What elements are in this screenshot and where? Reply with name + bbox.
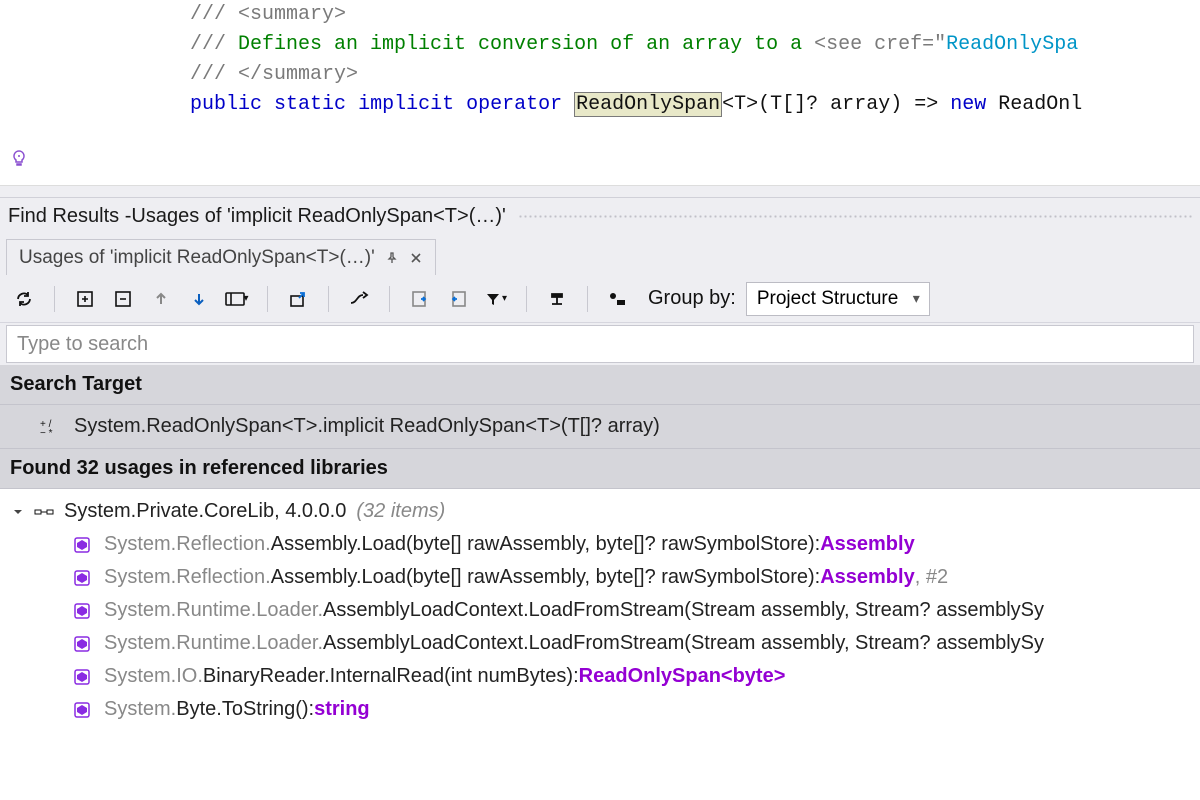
usage-row[interactable]: System.IO.BinaryReader.InternalRead(int …: [0, 660, 1200, 693]
doc-comment-prefix: ///: [190, 33, 238, 56]
summary-open-tag: <summary>: [238, 3, 346, 26]
refresh-button[interactable]: [10, 285, 38, 313]
grip-dots[interactable]: [518, 214, 1192, 220]
assembly-name: System.Private.CoreLib, 4.0.0.0: [64, 500, 346, 523]
usage-row[interactable]: System.Byte.ToString():string: [0, 693, 1200, 726]
type-readonlyspan[interactable]: ReadOnlySpan: [574, 92, 722, 117]
method-icon: [72, 568, 92, 588]
show-preview-button[interactable]: ▾: [223, 285, 251, 313]
summary-close-tag: </summary>: [238, 63, 358, 86]
signature: (T[]? array) =>: [758, 93, 950, 116]
merge-button[interactable]: [345, 285, 373, 313]
search-target-text: System.ReadOnlySpan<T>.implicit ReadOnly…: [74, 415, 660, 438]
pin-icon[interactable]: [385, 251, 399, 265]
search-target-row[interactable]: + /− * System.ReadOnlySpan<T>.implicit R…: [0, 405, 1200, 449]
kw-static: static: [274, 93, 346, 116]
operator-icon: + /− *: [40, 418, 60, 436]
doc-comment-prefix: ///: [190, 3, 238, 26]
method-icon: [72, 700, 92, 720]
lightbulb-icon[interactable]: [8, 148, 30, 170]
kw-public: public: [190, 93, 262, 116]
filter-button[interactable]: ▾: [482, 285, 510, 313]
assembly-node[interactable]: System.Private.CoreLib, 4.0.0.0 (32 item…: [0, 495, 1200, 528]
method-icon: [72, 601, 92, 621]
usage-row[interactable]: System.Runtime.Loader.AssemblyLoadContex…: [0, 627, 1200, 660]
kw-new: new: [950, 93, 986, 116]
export2-button[interactable]: [444, 285, 472, 313]
search-input[interactable]: [6, 325, 1194, 363]
results-tree[interactable]: System.Private.CoreLib, 4.0.0.0 (32 item…: [0, 489, 1200, 800]
see-tag: <see: [814, 33, 874, 56]
next-button[interactable]: [185, 285, 213, 313]
method-icon: [72, 535, 92, 555]
cref-attr: cref: [874, 33, 922, 56]
import-button[interactable]: [406, 285, 434, 313]
export-button[interactable]: [284, 285, 312, 313]
usage-row[interactable]: System.Runtime.Loader.AssemblyLoadContex…: [0, 594, 1200, 627]
kw-implicit: implicit: [358, 93, 454, 116]
svg-text:− *: − *: [40, 428, 53, 436]
collapse-all-button[interactable]: [109, 285, 137, 313]
panel-title-prefix: Find Results -: [8, 205, 131, 228]
editor-bottom-strip: [0, 185, 1200, 197]
results-toolbar: ▾ ▾ Group by: Project Structure: [0, 275, 1200, 323]
results-tab[interactable]: Usages of 'implicit ReadOnlySpan<T>(…)': [6, 239, 436, 275]
expander-icon[interactable]: [12, 506, 24, 518]
code-editor[interactable]: /// <summary> /// Defines an implicit co…: [0, 0, 1200, 185]
groupby-select[interactable]: Project Structure: [746, 282, 930, 316]
read-access-button[interactable]: [543, 285, 571, 313]
assembly-count: (32 items): [356, 500, 445, 523]
found-header: Found 32 usages in referenced libraries: [0, 449, 1200, 489]
panel-title-name: Usages of 'implicit ReadOnlySpan<T>(…)': [131, 205, 505, 228]
group-flat-button[interactable]: [604, 285, 632, 313]
expand-all-button[interactable]: [71, 285, 99, 313]
search-target-header: Search Target: [0, 365, 1200, 405]
find-results-title-bar: Find Results - Usages of 'implicit ReadO…: [0, 197, 1200, 235]
groupby-label: Group by:: [648, 287, 736, 310]
results-tabstrip: Usages of 'implicit ReadOnlySpan<T>(…)': [0, 235, 1200, 275]
usage-row[interactable]: System.Reflection.Assembly.Load(byte[] r…: [0, 561, 1200, 594]
method-icon: [72, 634, 92, 654]
doc-comment-prefix: ///: [190, 63, 238, 86]
tab-label: Usages of 'implicit ReadOnlySpan<T>(…)': [19, 247, 375, 269]
assembly-icon: [34, 505, 54, 519]
prev-button[interactable]: [147, 285, 175, 313]
close-icon[interactable]: [409, 251, 423, 265]
cref-value: ReadOnlySpa: [946, 33, 1078, 56]
usage-row[interactable]: System.Reflection.Assembly.Load(byte[] r…: [0, 528, 1200, 561]
kw-operator: operator: [466, 93, 562, 116]
method-icon: [72, 667, 92, 687]
doc-comment-text: Defines an implicit conversion of an arr…: [238, 33, 814, 56]
